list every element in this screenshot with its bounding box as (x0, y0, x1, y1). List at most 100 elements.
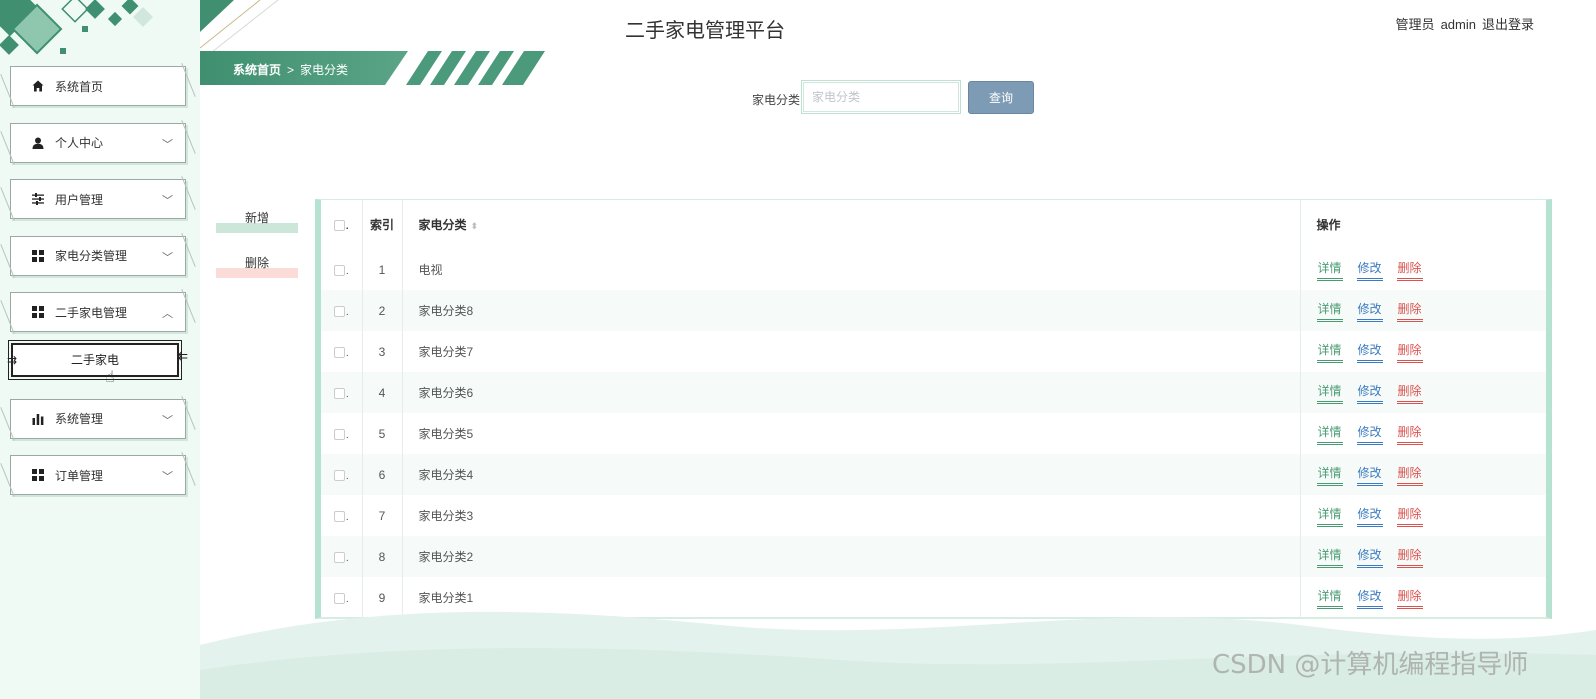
sidebar-item-personal-center[interactable]: 个人中心 ﹀ (10, 122, 186, 163)
sidebar-item-order-management[interactable]: 订单管理 ﹀ (10, 455, 186, 495)
row-category-name: 家电分类8 (402, 290, 1301, 331)
grid-icon (31, 305, 45, 319)
row-index: 6 (362, 454, 403, 495)
arrow-right-icon: ⇉ (7, 352, 17, 367)
delete-link[interactable]: 删除 (1396, 341, 1423, 363)
detail-link[interactable]: 详情 (1316, 382, 1343, 404)
sidebar-item-user-management[interactable]: 用户管理 ﹀ (10, 179, 186, 219)
row-select-cell: . (321, 454, 363, 495)
sidebar-item-home[interactable]: 系统首页 (10, 66, 186, 106)
table-header-row: . 索引 家电分类 ⬍ 操作 (321, 200, 1546, 249)
row-category-name: 家电分类5 (402, 413, 1301, 454)
detail-link[interactable]: 详情 (1316, 505, 1343, 527)
delete-link[interactable]: 删除 (1396, 546, 1423, 568)
header-ops-label: 操作 (1316, 218, 1341, 232)
header-category[interactable]: 家电分类 ⬍ (402, 200, 1301, 249)
edit-link[interactable]: 修改 (1356, 464, 1383, 486)
batch-delete-button[interactable]: 删除 (216, 254, 298, 278)
edit-link[interactable]: 修改 (1356, 546, 1383, 568)
username: admin (1440, 17, 1476, 32)
sidebar-subitem-appliance[interactable]: ⇉ 二手家电 ⇇ ☝ (7, 339, 188, 386)
sidebar-item-label: 用户管理 (55, 192, 104, 207)
row-category-name: 家电分类2 (402, 536, 1301, 577)
row-select-cell: . (321, 372, 363, 413)
row-select-cell: . (321, 536, 363, 577)
detail-link[interactable]: 详情 (1316, 423, 1343, 445)
delete-button-label: 删除 (244, 256, 269, 270)
sidebar-decoration (0, 0, 153, 55)
row-checkbox[interactable] (333, 264, 345, 276)
detail-link[interactable]: 详情 (1316, 300, 1343, 322)
edit-link[interactable]: 修改 (1356, 341, 1383, 363)
detail-link[interactable]: 详情 (1316, 341, 1343, 363)
delete-link[interactable]: 删除 (1396, 382, 1423, 404)
row-ops: 详情 修改 删除 (1300, 413, 1546, 454)
table-row: . 6 家电分类4 详情 修改 删除 (321, 454, 1546, 495)
chevron-down-icon: ﹀ (162, 471, 173, 483)
logout-link[interactable]: 退出登录 (1482, 17, 1534, 32)
sidebar-subitem-label: 二手家电 (70, 353, 119, 367)
row-select-cell: . (321, 495, 363, 536)
breadcrumb-current: 家电分类 (300, 63, 349, 77)
sidebar-item-category-management[interactable]: 家电分类管理 ﹀ (10, 235, 186, 276)
sidebar-item-label: 系统管理 (55, 412, 104, 426)
detail-link[interactable]: 详情 (1316, 259, 1343, 281)
sidebar-item-label: 订单管理 (55, 468, 104, 483)
row-checkbox[interactable] (333, 510, 345, 522)
delete-link[interactable]: 删除 (1396, 300, 1423, 322)
row-ops: 详情 修改 删除 (1300, 454, 1546, 495)
row-ops: 详情 修改 删除 (1300, 536, 1546, 577)
search-button[interactable]: 查询 (968, 81, 1034, 114)
chevron-down-icon: ﹀ (162, 251, 173, 264)
sort-icon[interactable]: ⬍ (471, 221, 479, 231)
delete-link[interactable]: 删除 (1396, 259, 1423, 281)
select-all-checkbox[interactable] (333, 219, 345, 231)
edit-link[interactable]: 修改 (1356, 423, 1383, 445)
breadcrumb-separator: > (287, 63, 295, 77)
row-checkbox[interactable] (333, 305, 345, 317)
row-index: 3 (362, 331, 403, 372)
row-index: 8 (362, 536, 403, 577)
header-select-all[interactable]: . (321, 200, 363, 249)
detail-link[interactable]: 详情 (1316, 546, 1343, 568)
row-category-name: 家电分类4 (402, 454, 1301, 495)
sidebar-item-label: 家电分类管理 (55, 249, 128, 263)
grid-icon (31, 249, 45, 263)
delete-link[interactable]: 删除 (1396, 505, 1423, 527)
row-checkbox[interactable] (333, 551, 345, 563)
row-checkbox[interactable] (333, 346, 345, 358)
data-table: . 索引 家电分类 ⬍ 操作 . 1 电视 详情 修改 删除. 2 家电分类8 详情 修改 删除. 3 家… (321, 200, 1546, 618)
breadcrumb-home[interactable]: 系统首页 (233, 63, 281, 77)
user-role: 管理员 (1395, 17, 1435, 32)
search-input[interactable] (801, 80, 961, 114)
header-index: 索引 (362, 200, 403, 249)
row-select-cell: . (321, 331, 363, 372)
row-index: 2 (362, 290, 403, 331)
row-category-name: 电视 (402, 249, 1301, 290)
row-category-name: 家电分类7 (402, 331, 1301, 372)
grid-icon (31, 468, 45, 482)
sidebar-item-appliance-management[interactable]: 二手家电管理 ︿ (10, 292, 186, 332)
delete-link[interactable]: 删除 (1396, 464, 1423, 486)
row-checkbox[interactable] (333, 387, 345, 399)
page-title: 二手家电管理平台 (625, 20, 785, 42)
edit-link[interactable]: 修改 (1356, 505, 1383, 527)
breadcrumb: 系统首页 > 家电分类 (233, 61, 348, 78)
search-label: 家电分类 (752, 93, 801, 107)
table-row: . 8 家电分类2 详情 修改 删除 (321, 536, 1546, 577)
row-select-cell: . (321, 413, 363, 454)
sidebar-item-system-management[interactable]: 系统管理 ﹀ (10, 398, 186, 439)
row-index: 4 (362, 372, 403, 413)
row-checkbox[interactable] (333, 428, 345, 440)
edit-link[interactable]: 修改 (1356, 300, 1383, 322)
add-button[interactable]: 新增 (216, 209, 298, 233)
edit-link[interactable]: 修改 (1356, 259, 1383, 281)
header-corner-decoration (200, 0, 279, 52)
chevron-down-icon: ﹀ (162, 138, 173, 151)
delete-link[interactable]: 删除 (1396, 423, 1423, 445)
edit-link[interactable]: 修改 (1356, 382, 1383, 404)
row-ops: 详情 修改 删除 (1300, 249, 1546, 290)
row-checkbox[interactable] (333, 469, 345, 481)
sidebar-item-label: 个人中心 (55, 136, 104, 150)
detail-link[interactable]: 详情 (1316, 464, 1343, 486)
